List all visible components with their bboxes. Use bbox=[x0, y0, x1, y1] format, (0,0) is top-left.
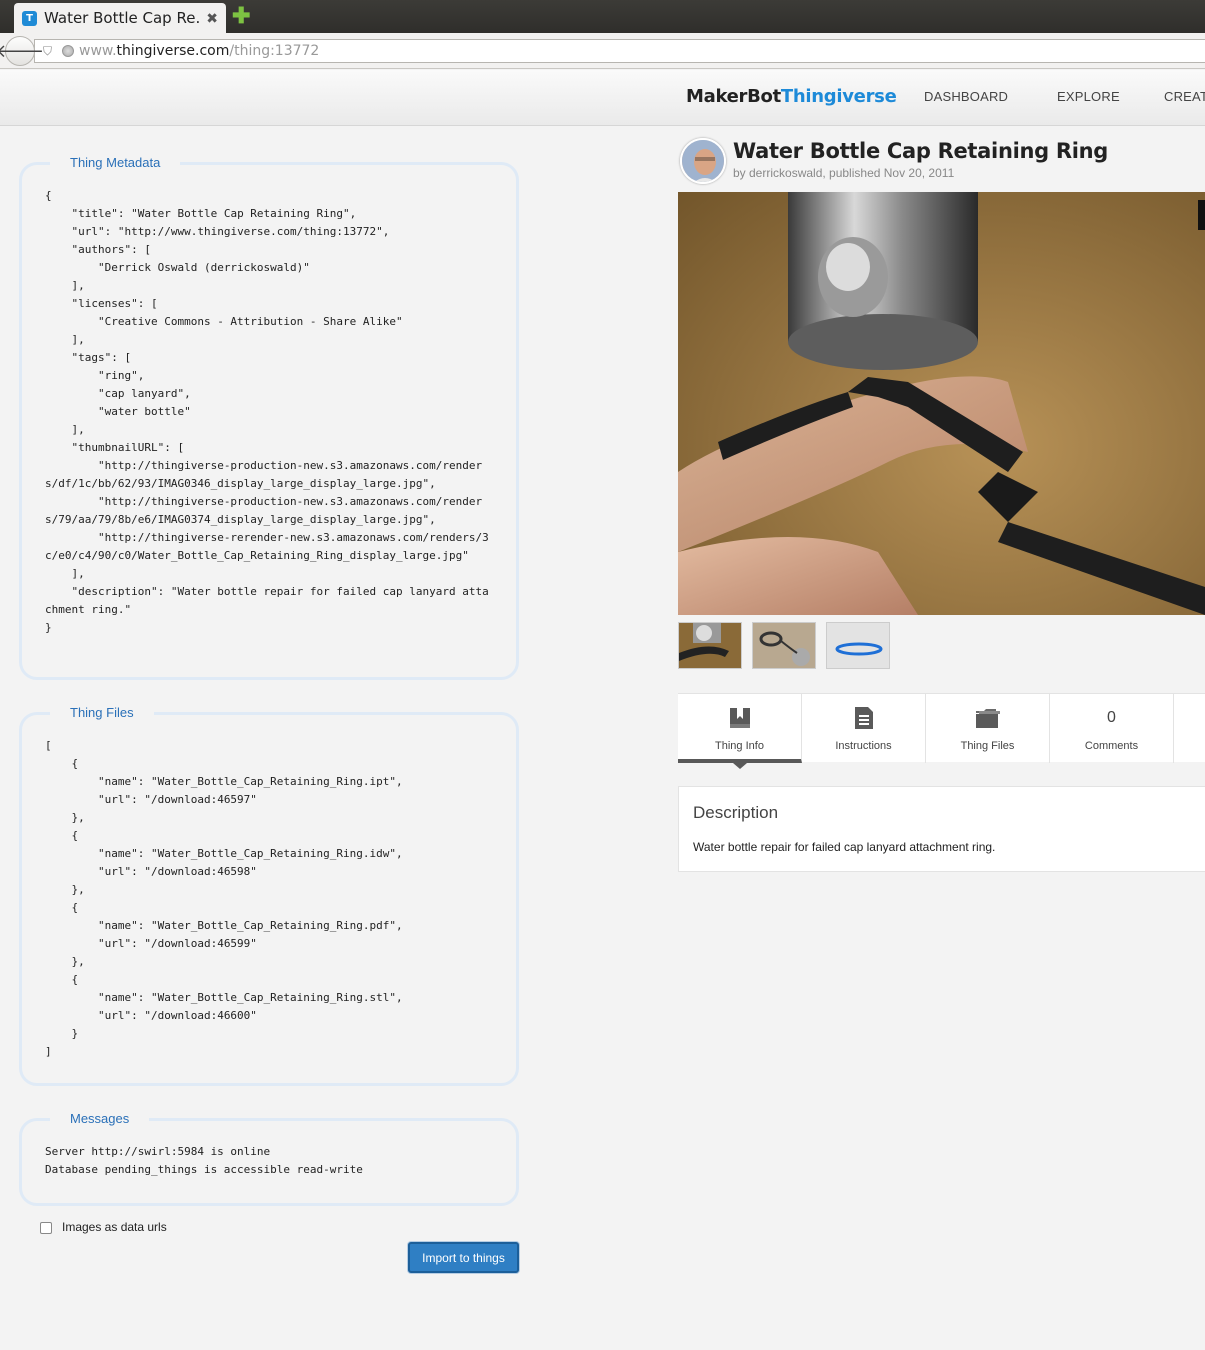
thing-metadata-panel: Thing Metadata { "title": "Water Bottle … bbox=[19, 155, 519, 680]
shield-icon: ⛉ bbox=[43, 43, 53, 58]
description-text: Water bottle repair for failed cap lanya… bbox=[693, 840, 996, 854]
url-text: www.thingiverse.com/thing:13772 bbox=[79, 43, 320, 59]
tab-label: Thing Files bbox=[960, 740, 1015, 752]
new-tab-icon[interactable]: ✚ bbox=[232, 5, 250, 27]
tab-comments[interactable]: 0 Comments bbox=[1050, 694, 1174, 763]
panel-legend: Thing Metadata bbox=[50, 155, 181, 170]
thumbnail-3[interactable] bbox=[826, 622, 890, 669]
tab-thing-files[interactable]: Thing Files bbox=[926, 694, 1050, 763]
browser-tab-bar: T Water Bottle Cap Re… ✖ ✚ bbox=[0, 0, 1205, 33]
thumbnail-2[interactable] bbox=[752, 622, 816, 669]
tab-label: Thing Info bbox=[715, 740, 764, 752]
back-button[interactable]: 🡐 bbox=[0, 36, 44, 66]
close-tab-icon[interactable]: ✖ bbox=[206, 10, 218, 27]
images-as-data-urls-option: Images as data urls bbox=[40, 1219, 167, 1234]
files-json: [ { "name": "Water_Bottle_Cap_Retaining_… bbox=[45, 739, 403, 1058]
nav-create[interactable]: CREATE bbox=[1164, 89, 1205, 104]
description-title: Description bbox=[693, 803, 779, 822]
tab-thing-info[interactable]: Thing Info bbox=[678, 694, 802, 769]
thumbnail-1[interactable] bbox=[678, 622, 742, 669]
metadata-json: { "title": "Water Bottle Cap Retaining R… bbox=[45, 189, 489, 634]
nav-dashboard[interactable]: DASHBOARD bbox=[924, 89, 1008, 104]
panel-legend: Messages bbox=[50, 1111, 150, 1126]
tab-label: Comments bbox=[1084, 740, 1139, 752]
folder-icon bbox=[975, 706, 1001, 730]
book-icon bbox=[729, 706, 751, 730]
thing-files-panel: Thing Files [ { "name": "Water_Bottle_Ca… bbox=[19, 705, 519, 1086]
tab-label: Instructions bbox=[835, 740, 892, 752]
thing-tabs: Thing Info Instructions Thing Files 0 Co… bbox=[678, 693, 1205, 769]
tab-instructions[interactable]: Instructions bbox=[802, 694, 926, 763]
messages-panel: Messages Server http://swirl:5984 is onl… bbox=[19, 1111, 519, 1206]
description-box: Description Water bottle repair for fail… bbox=[678, 786, 1205, 872]
nav-explore[interactable]: EXPLORE bbox=[1057, 89, 1120, 104]
thing-byline: by derrickoswald, published Nov 20, 2011 bbox=[733, 166, 955, 180]
comments-count: 0 bbox=[1107, 709, 1116, 726]
images-as-data-urls-label: Images as data urls bbox=[62, 1219, 167, 1234]
document-icon bbox=[854, 706, 874, 730]
thing-title: Water Bottle Cap Retaining Ring bbox=[733, 139, 1109, 163]
url-input[interactable]: ⛉ www.thingiverse.com/thing:13772 bbox=[34, 39, 1205, 63]
thing-main-image[interactable] bbox=[678, 192, 1205, 615]
thingiverse-favicon-icon: T bbox=[22, 10, 37, 26]
panel-legend: Thing Files bbox=[50, 705, 154, 720]
tab-title: Water Bottle Cap Re… bbox=[44, 9, 201, 27]
import-to-things-button[interactable]: Import to things bbox=[408, 1242, 519, 1273]
globe-icon bbox=[62, 45, 75, 57]
site-logo[interactable]: MakerBotThingiverse bbox=[686, 86, 897, 107]
author-avatar[interactable] bbox=[680, 138, 726, 184]
images-as-data-urls-checkbox[interactable] bbox=[40, 1222, 52, 1234]
site-header: MakerBotThingiverse DASHBOARD EXPLORE CR… bbox=[0, 70, 1205, 126]
address-bar: ⛉ www.thingiverse.com/thing:13772 🡐 bbox=[0, 33, 1205, 69]
back-arrow-icon: 🡐 bbox=[0, 40, 45, 61]
thumbnail-strip bbox=[678, 622, 900, 669]
messages-text: Server http://swirl:5984 is online Datab… bbox=[45, 1145, 363, 1176]
browser-tab[interactable]: T Water Bottle Cap Re… ✖ bbox=[14, 3, 226, 33]
